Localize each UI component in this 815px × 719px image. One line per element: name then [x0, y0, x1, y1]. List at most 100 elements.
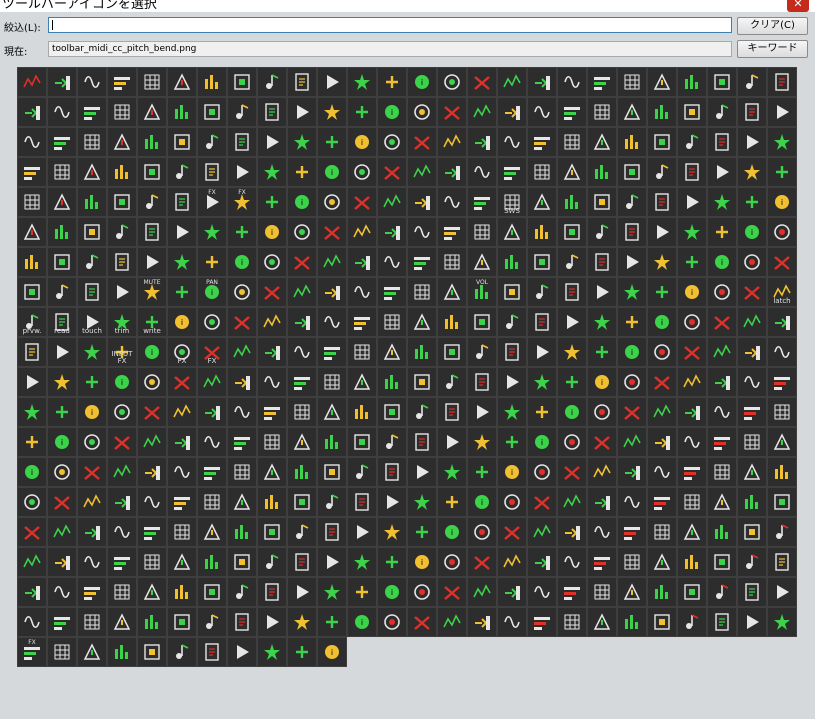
- toolbar-icon-option[interactable]: [377, 307, 407, 337]
- toolbar-icon-option[interactable]: [677, 127, 707, 157]
- toolbar-icon-option[interactable]: [527, 457, 557, 487]
- toolbar-icon-option[interactable]: [257, 367, 287, 397]
- toolbar-icon-option[interactable]: [437, 487, 467, 517]
- toolbar-icon-option[interactable]: [287, 547, 317, 577]
- toolbar-icon-option[interactable]: [767, 127, 797, 157]
- toolbar-icon-option[interactable]: [557, 67, 587, 97]
- toolbar-icon-option[interactable]: [17, 397, 47, 427]
- filter-input[interactable]: [48, 17, 732, 33]
- toolbar-icon-option[interactable]: [197, 127, 227, 157]
- toolbar-icon-option[interactable]: [77, 367, 107, 397]
- toolbar-icon-option[interactable]: [587, 247, 617, 277]
- toolbar-icon-option[interactable]: [167, 547, 197, 577]
- toolbar-icon-option[interactable]: i: [377, 97, 407, 127]
- toolbar-icon-option[interactable]: [737, 277, 767, 307]
- toolbar-icon-option[interactable]: [167, 397, 197, 427]
- toolbar-icon-option[interactable]: [317, 307, 347, 337]
- toolbar-icon-option[interactable]: [17, 487, 47, 517]
- toolbar-icon-option[interactable]: [257, 157, 287, 187]
- toolbar-icon-option[interactable]: [407, 577, 437, 607]
- toolbar-icon-option[interactable]: [527, 367, 557, 397]
- toolbar-icon-option[interactable]: [347, 487, 377, 517]
- toolbar-icon-option[interactable]: i: [137, 337, 167, 367]
- toolbar-icon-option[interactable]: [527, 397, 557, 427]
- toolbar-icon-option[interactable]: [587, 457, 617, 487]
- toolbar-icon-option[interactable]: [587, 187, 617, 217]
- toolbar-icon-option[interactable]: [77, 427, 107, 457]
- toolbar-icon-option[interactable]: [167, 247, 197, 277]
- toolbar-icon-option[interactable]: [467, 157, 497, 187]
- toolbar-icon-option[interactable]: [347, 427, 377, 457]
- toolbar-icon-option[interactable]: [497, 307, 527, 337]
- toolbar-icon-option[interactable]: [167, 427, 197, 457]
- toolbar-icon-option[interactable]: [707, 457, 737, 487]
- toolbar-icon-option[interactable]: [137, 397, 167, 427]
- toolbar-icon-option[interactable]: [47, 577, 77, 607]
- toolbar-icon-option[interactable]: [287, 607, 317, 637]
- toolbar-icon-option[interactable]: [317, 457, 347, 487]
- toolbar-icon-option[interactable]: [407, 397, 437, 427]
- toolbar-icon-option[interactable]: [257, 457, 287, 487]
- toolbar-icon-option[interactable]: [287, 337, 317, 367]
- toolbar-icon-option[interactable]: [677, 247, 707, 277]
- toolbar-icon-option[interactable]: [437, 337, 467, 367]
- toolbar-icon-option[interactable]: [557, 307, 587, 337]
- toolbar-icon-option[interactable]: [707, 427, 737, 457]
- clear-button[interactable]: クリア(C): [737, 17, 808, 35]
- toolbar-icon-option[interactable]: [497, 157, 527, 187]
- toolbar-icon-option[interactable]: [257, 307, 287, 337]
- toolbar-icon-option[interactable]: [17, 247, 47, 277]
- toolbar-icon-option[interactable]: [497, 337, 527, 367]
- toolbar-icon-option[interactable]: [557, 427, 587, 457]
- toolbar-icon-option[interactable]: i: [17, 457, 47, 487]
- toolbar-icon-option[interactable]: i: [677, 277, 707, 307]
- toolbar-icon-option[interactable]: [707, 157, 737, 187]
- toolbar-icon-option[interactable]: [347, 157, 377, 187]
- toolbar-icon-option[interactable]: [647, 487, 677, 517]
- toolbar-icon-option[interactable]: [17, 577, 47, 607]
- toolbar-icon-option[interactable]: [167, 577, 197, 607]
- toolbar-icon-option[interactable]: [377, 67, 407, 97]
- toolbar-icon-option[interactable]: [197, 217, 227, 247]
- toolbar-icon-option[interactable]: [587, 547, 617, 577]
- toolbar-icon-option[interactable]: [107, 397, 137, 427]
- toolbar-icon-option[interactable]: [617, 547, 647, 577]
- toolbar-icon-option[interactable]: [347, 247, 377, 277]
- toolbar-icon-option[interactable]: [17, 217, 47, 247]
- toolbar-icon-option[interactable]: [287, 247, 317, 277]
- toolbar-icon-option[interactable]: [77, 457, 107, 487]
- toolbar-icon-option[interactable]: [167, 157, 197, 187]
- toolbar-icon-option[interactable]: [227, 67, 257, 97]
- toolbar-icon-option[interactable]: [137, 607, 167, 637]
- toolbar-icon-option[interactable]: [347, 307, 377, 337]
- toolbar-icon-option[interactable]: [377, 217, 407, 247]
- toolbar-icon-option[interactable]: [527, 337, 557, 367]
- toolbar-icon-option[interactable]: [677, 547, 707, 577]
- toolbar-icon-option[interactable]: [257, 577, 287, 607]
- toolbar-icon-option[interactable]: [587, 397, 617, 427]
- toolbar-icon-option[interactable]: [527, 487, 557, 517]
- toolbar-icon-option[interactable]: i: [167, 307, 197, 337]
- toolbar-icon-option[interactable]: [707, 67, 737, 97]
- toolbar-icon-option[interactable]: [287, 277, 317, 307]
- toolbar-icon-option[interactable]: [347, 217, 377, 247]
- toolbar-icon-option[interactable]: [407, 487, 437, 517]
- toolbar-icon-option[interactable]: [527, 67, 557, 97]
- toolbar-icon-option[interactable]: [377, 367, 407, 397]
- toolbar-icon-option[interactable]: [287, 367, 317, 397]
- toolbar-icon-option[interactable]: [137, 577, 167, 607]
- toolbar-icon-option[interactable]: [767, 217, 797, 247]
- toolbar-icon-option[interactable]: [317, 547, 347, 577]
- toolbar-icon-option[interactable]: [137, 487, 167, 517]
- toolbar-icon-option[interactable]: [107, 607, 137, 637]
- toolbar-icon-option[interactable]: [617, 217, 647, 247]
- toolbar-icon-option[interactable]: [587, 517, 617, 547]
- toolbar-icon-option[interactable]: [767, 547, 797, 577]
- toolbar-icon-option[interactable]: [377, 517, 407, 547]
- toolbar-icon-option[interactable]: read: [47, 307, 77, 337]
- toolbar-icon-option[interactable]: [617, 157, 647, 187]
- toolbar-icon-option[interactable]: [17, 157, 47, 187]
- toolbar-icon-option[interactable]: [17, 427, 47, 457]
- toolbar-icon-option[interactable]: [167, 97, 197, 127]
- toolbar-icon-option[interactable]: [527, 127, 557, 157]
